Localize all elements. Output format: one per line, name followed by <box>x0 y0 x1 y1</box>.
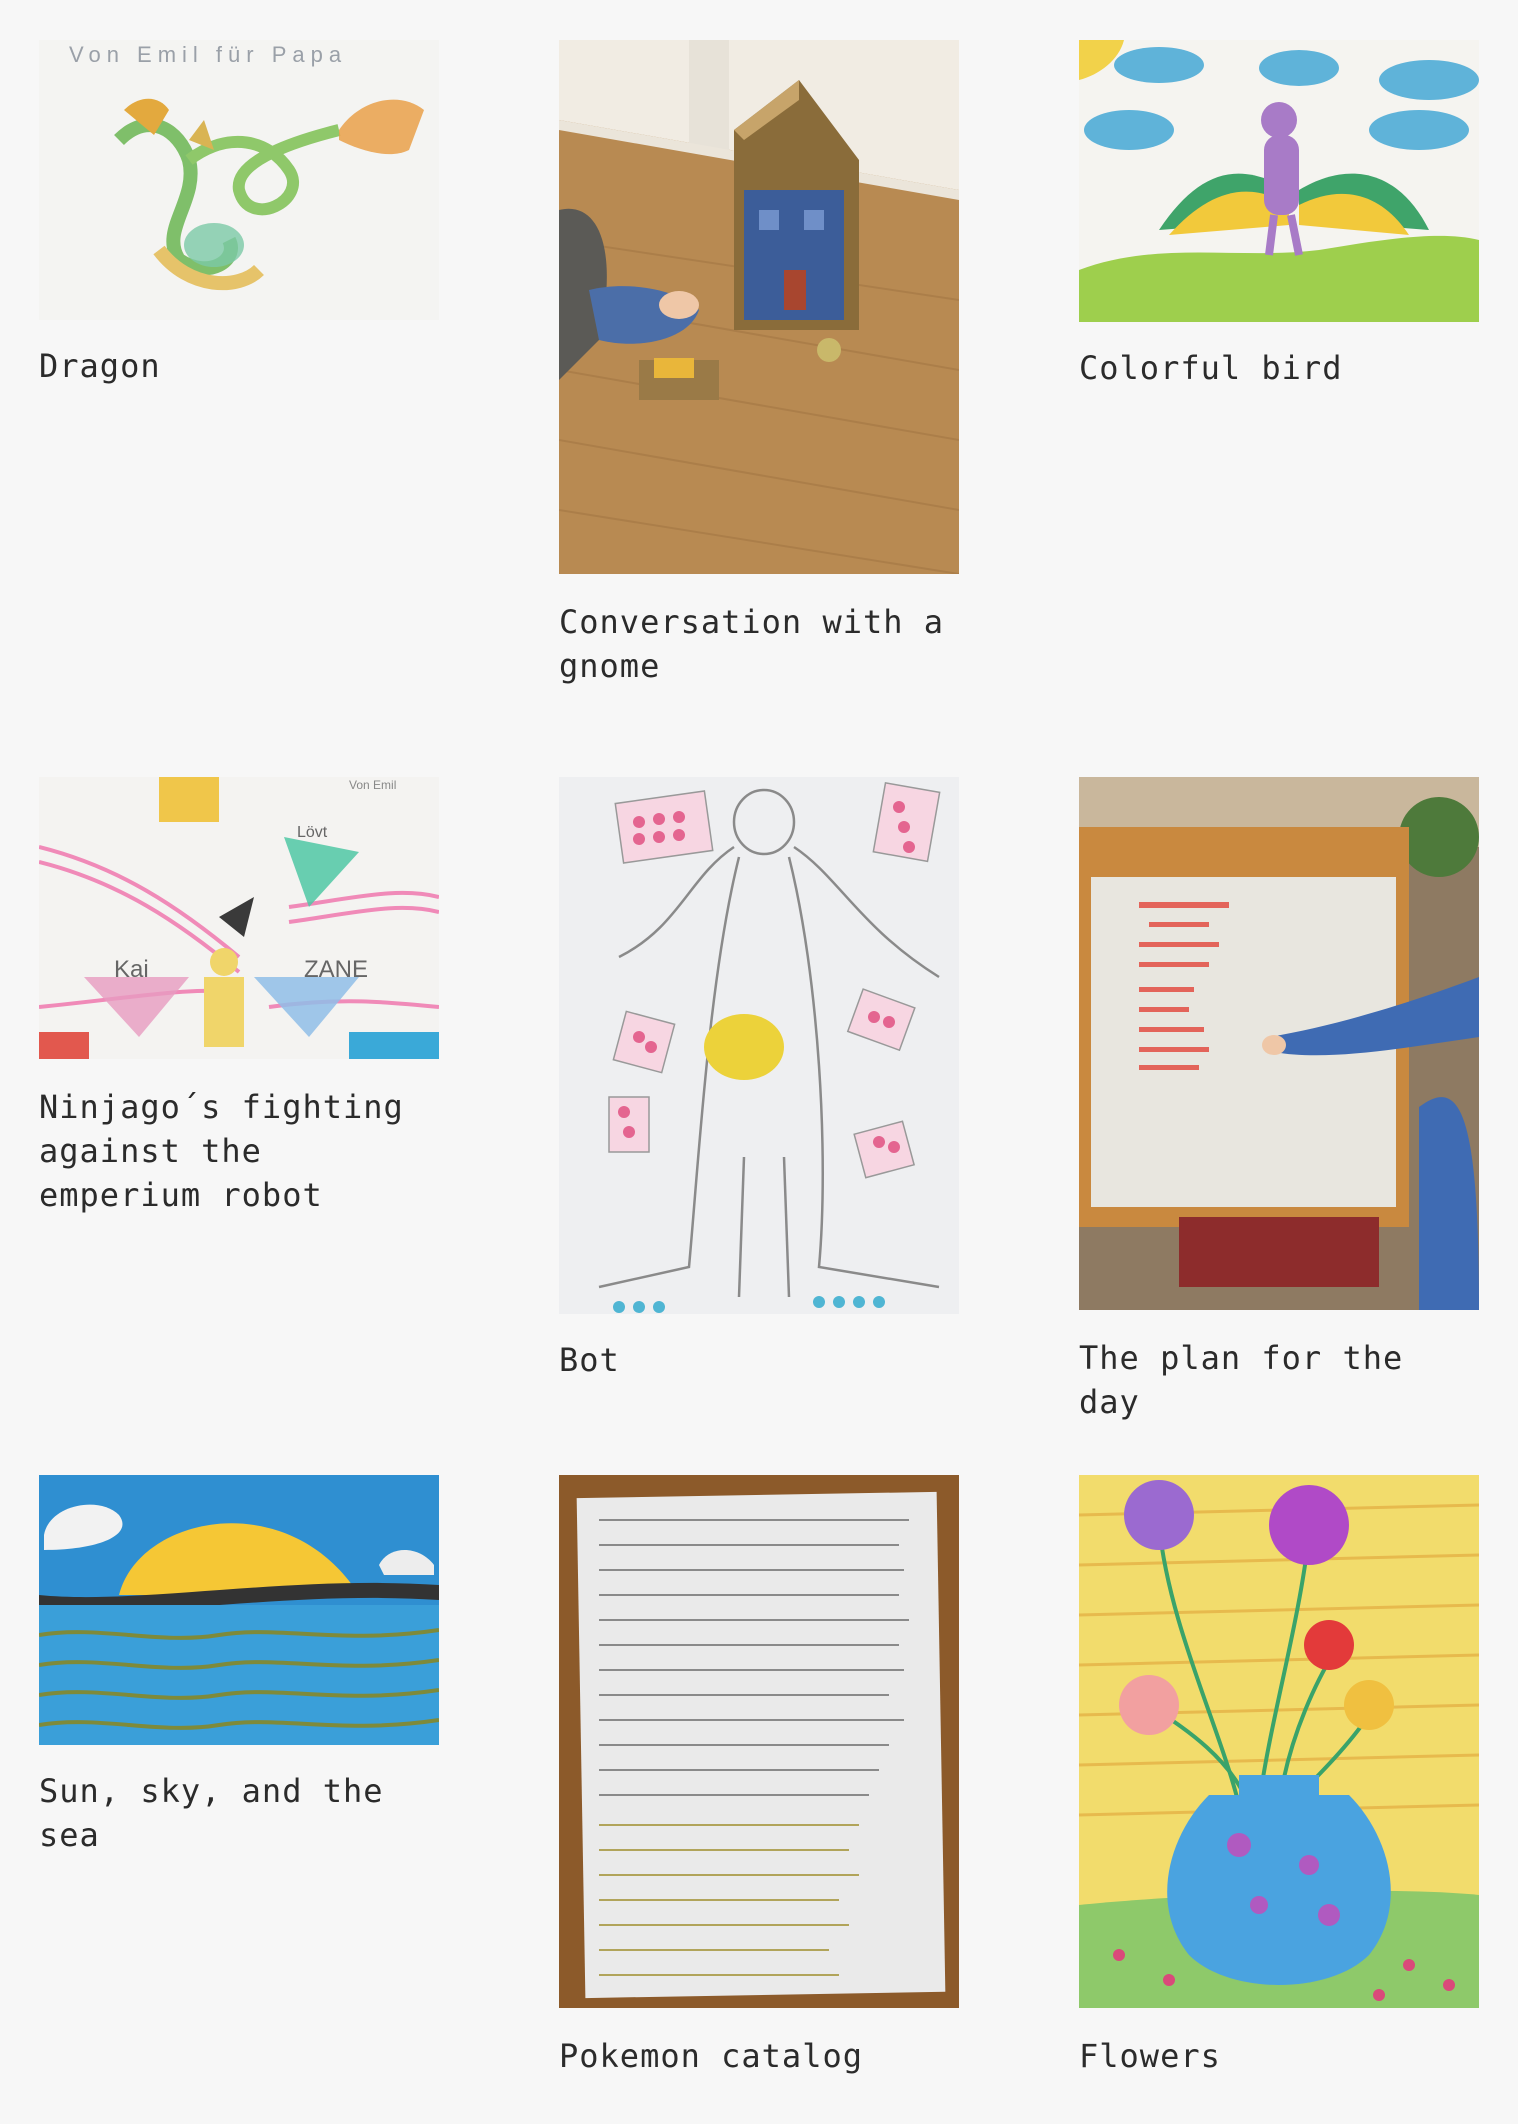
gallery-item-caption[interactable]: Colorful bird <box>1079 346 1479 390</box>
gallery-item-gnome[interactable]: Conversation with a gnome <box>559 40 959 688</box>
gallery-item-colorful-bird[interactable]: Colorful bird <box>1079 40 1479 390</box>
gallery-item-plan-for-the-day[interactable]: The plan for the day <box>1079 777 1479 1424</box>
plan-for-the-day-photo-image[interactable] <box>1079 777 1479 1310</box>
gallery-item-caption[interactable]: The plan for the day <box>1079 1336 1479 1424</box>
gallery-item-ninjago[interactable]: Kai ZANE Lövt Von Emil Ninjago´s fightin… <box>39 777 439 1217</box>
ninjago-label-lovt: Lövt <box>297 824 328 841</box>
gallery-item-caption[interactable]: Conversation with a gnome <box>559 600 959 688</box>
gallery-item-caption[interactable]: Bot <box>559 1338 959 1382</box>
ninjago-label-kai: Kai <box>114 956 149 983</box>
gallery-item-sun-sky-sea[interactable]: Sun, sky, and the sea <box>39 1475 439 1857</box>
colorful-bird-painting-image[interactable] <box>1079 40 1479 322</box>
dragon-note-text: Von Emil für Papa <box>69 42 347 67</box>
bot-drawing-image[interactable] <box>559 777 959 1314</box>
ninjago-label-author: Von Emil <box>349 778 396 792</box>
pokemon-catalog-photo-image[interactable] <box>559 1475 959 2008</box>
gallery-item-caption[interactable]: Ninjago´s fighting against the emperium … <box>39 1085 439 1217</box>
gallery-item-dragon[interactable]: Von Emil für Papa Dragon <box>39 40 439 388</box>
gallery-item-bot[interactable]: Bot <box>559 777 959 1382</box>
ninjago-label-zane: ZANE <box>304 956 368 983</box>
sun-sky-sea-painting-image[interactable] <box>39 1475 439 1745</box>
ninjago-drawing-image[interactable]: Kai ZANE Lövt Von Emil <box>39 777 439 1059</box>
gallery-item-caption[interactable]: Sun, sky, and the sea <box>39 1769 439 1857</box>
gallery-item-caption[interactable]: Pokemon catalog <box>559 2034 959 2078</box>
gallery-item-caption[interactable]: Flowers <box>1079 2034 1479 2078</box>
gallery-item-pokemon-catalog[interactable]: Pokemon catalog <box>559 1475 959 2078</box>
gallery-item-caption[interactable]: Dragon <box>39 344 439 388</box>
flowers-painting-image[interactable] <box>1079 1475 1479 2008</box>
gnome-photo-image[interactable] <box>559 40 959 574</box>
gallery-item-flowers[interactable]: Flowers <box>1079 1475 1479 2078</box>
dragon-drawing-image[interactable]: Von Emil für Papa <box>39 40 439 320</box>
